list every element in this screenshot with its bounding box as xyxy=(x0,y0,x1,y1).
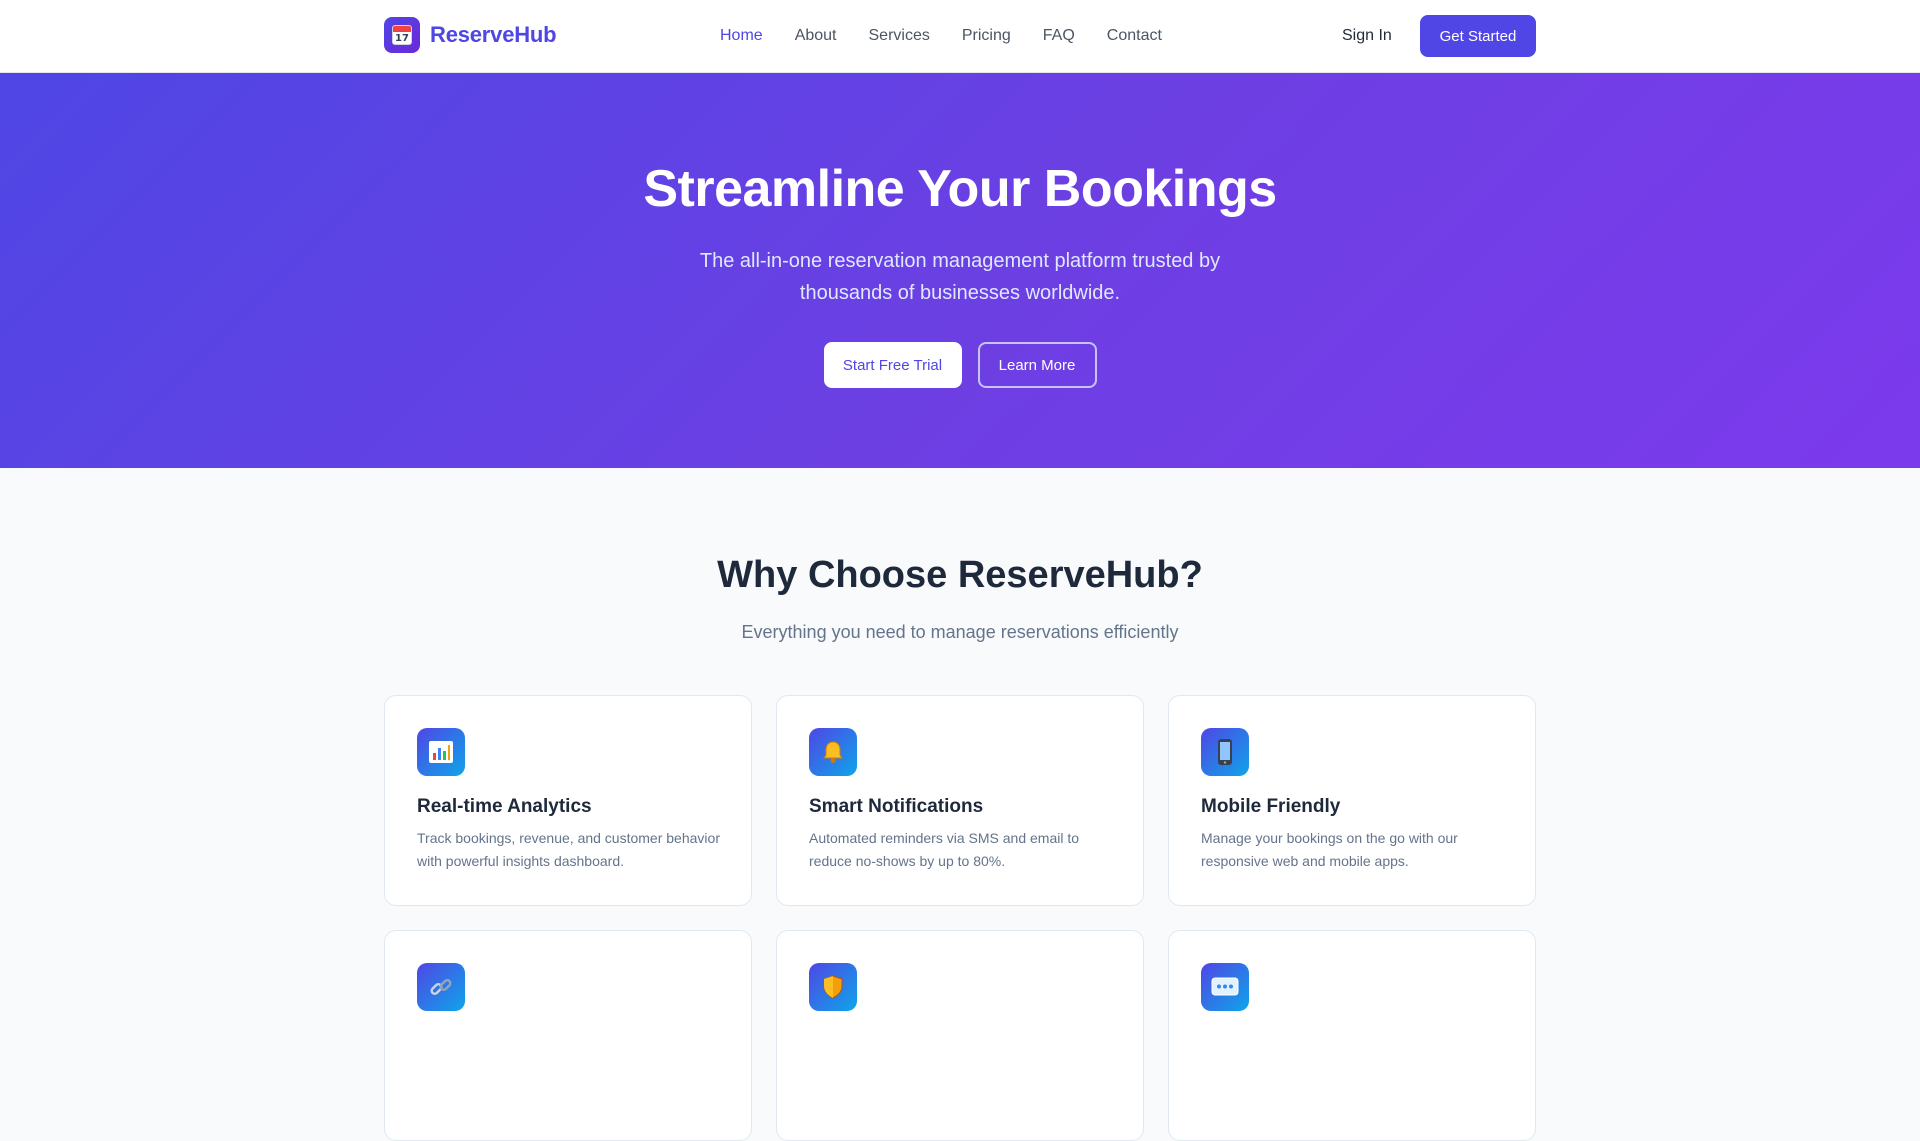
feature-card-notifications: Smart Notifications Automated reminders … xyxy=(776,695,1144,906)
start-free-trial-button[interactable]: Start Free Trial xyxy=(823,342,962,388)
feature-card-mobile: Mobile Friendly Manage your bookings on … xyxy=(1168,695,1536,906)
link-icon xyxy=(417,963,465,1011)
feature-card-title: Smart Notifications xyxy=(809,796,984,817)
features-title: Why Choose ReserveHub? xyxy=(717,554,1203,596)
nav-link-contact[interactable]: Contact xyxy=(1107,26,1162,46)
feature-card-integrations xyxy=(384,930,752,1141)
brand-name: ReserveHub xyxy=(430,22,557,47)
chat-icon xyxy=(1201,963,1249,1011)
feature-card-support xyxy=(1168,930,1536,1141)
nav-link-pricing[interactable]: Pricing xyxy=(962,26,1011,46)
navbar-inner: 17 ReserveHub Home About Services Pricin… xyxy=(384,0,1536,72)
calendar-day: 17 xyxy=(395,33,409,44)
navbar: 17 ReserveHub Home About Services Pricin… xyxy=(0,0,1920,73)
bell-icon xyxy=(809,728,857,776)
feature-card-security xyxy=(776,930,1144,1141)
main-nav: Home About Services Pricing FAQ Contact xyxy=(720,26,1194,46)
hero-section: Streamline Your Bookings The all-in-one … xyxy=(0,73,1920,468)
feature-card-description: Automated reminders via SMS and email to… xyxy=(809,830,1080,869)
hero-subtitle: The all-in-one reservation management pl… xyxy=(699,250,1221,304)
nav-link-home[interactable]: Home xyxy=(720,26,763,46)
calendar-icon: 17 xyxy=(384,17,420,53)
nav-link-services[interactable]: Services xyxy=(869,26,930,46)
nav-link-about[interactable]: About xyxy=(795,26,837,46)
mobile-phone-icon xyxy=(1201,728,1249,776)
nav-link-faq[interactable]: FAQ xyxy=(1043,26,1075,46)
feature-card-title: Mobile Friendly xyxy=(1201,796,1341,817)
features-subtitle: Everything you need to manage reservatio… xyxy=(741,622,1179,642)
learn-more-button[interactable]: Learn More xyxy=(977,342,1097,388)
hero-actions: Start Free Trial Learn More xyxy=(0,342,1920,388)
bar-chart-icon xyxy=(417,728,465,776)
features-section: Why Choose ReserveHub? Everything you ne… xyxy=(0,468,1920,1141)
hero-title: Streamline Your Bookings xyxy=(643,160,1277,218)
feature-card-analytics: Real-time Analytics Track bookings, reve… xyxy=(384,695,752,906)
get-started-button[interactable]: Get Started xyxy=(1420,15,1536,57)
feature-card-description: Track bookings, revenue, and customer be… xyxy=(417,830,720,869)
shield-icon xyxy=(809,963,857,1011)
brand-logo-link[interactable]: 17 ReserveHub xyxy=(384,17,557,53)
sign-in-link[interactable]: Sign In xyxy=(1342,26,1392,46)
feature-card-description: Manage your bookings on the go with our … xyxy=(1201,830,1458,869)
feature-card-title: Real-time Analytics xyxy=(417,796,592,817)
